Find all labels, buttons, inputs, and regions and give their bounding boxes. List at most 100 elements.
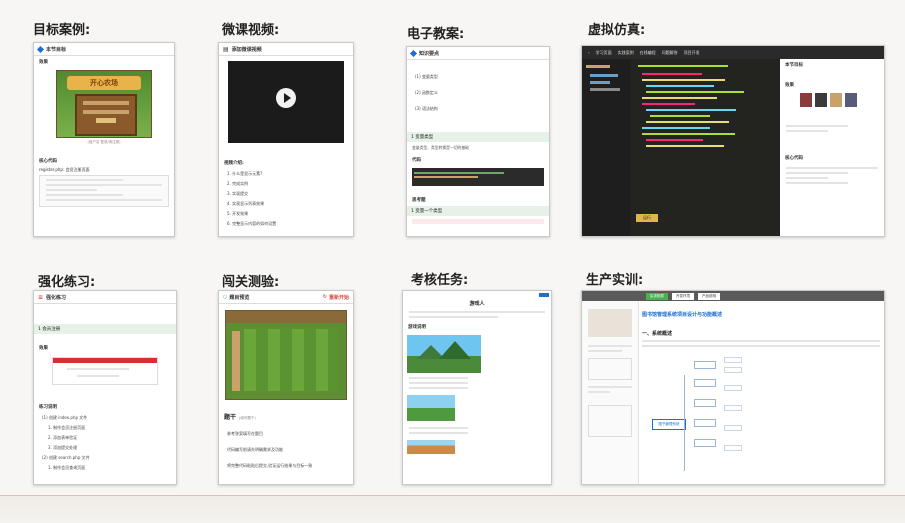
code-editor[interactable]: 运行 [630, 59, 780, 236]
text-line: 代码编写前请先明确需求及功能 [227, 447, 283, 452]
title-virtual-sim: 虚拟仿真: [588, 23, 646, 38]
preview-caption: (用户名 登录/请注册) [87, 140, 121, 144]
run-button[interactable]: 运行 [636, 214, 658, 222]
section-questions: 思考题 [412, 198, 426, 203]
section-effect: 效果 [39, 346, 48, 351]
question-title: 题干 [224, 414, 237, 421]
diamond-icon [36, 45, 45, 53]
section-text: 变量类型、类型转换是一切的基础 [412, 145, 469, 150]
training-title: 图书馆管理系统项目设计与功能概述 [642, 312, 723, 318]
section-instructions: 练习说明 [39, 405, 57, 410]
panel-header: 题目预览 [229, 294, 250, 301]
practice-screenshot: ≡ 强化练习 1 会员注册 效果 练习说明 (1) 创建 index.php 文件… [33, 290, 177, 485]
video-intro-title: 视频介绍: [224, 161, 244, 166]
title-practice: 强化练习: [38, 275, 96, 290]
game-image-1 [407, 335, 481, 373]
task-title: 游戏人 [469, 301, 485, 307]
training-content: 图书馆管理系统项目设计与功能概述 一、系统概述 图书管理系统 [642, 305, 880, 484]
effect-preview [52, 357, 158, 385]
game-logo: 开心农场 [67, 76, 141, 90]
list-item: 6. 完整显示内容的如何设置 [227, 221, 277, 226]
title-e-lesson: 电子教案: [407, 27, 465, 42]
list-item: 3. 实现提交 [227, 191, 249, 196]
panel-header: 强化练习 [46, 294, 67, 301]
game-preview-image: 开心农场 [56, 70, 152, 138]
training-sidebar [582, 301, 639, 484]
code-block [39, 175, 169, 207]
checkpoint-screenshot: ○ 题目预览 ↻ 重新开始 题干 (填写题干) 参考答案填写在题目 代码编写前请先明… [218, 290, 354, 485]
virtual-sim-screenshot: ‹ 学习页面 实践案例 在线编程 问题解答 项目开发 运行 本节目标 效果 核心… [581, 45, 885, 237]
list-item: 1. 制作会员查询页面 [48, 465, 86, 470]
list-item: 5. 开发效果 [227, 211, 249, 216]
title-micro-video: 微课视频: [222, 23, 280, 38]
code-label: register.php: 会员注册页面 [39, 167, 90, 172]
tab[interactable]: 在线编程 [640, 50, 656, 56]
panel-header: 知识要点 [419, 50, 440, 57]
right-section: 效果 [785, 83, 794, 88]
tab[interactable]: 实践案例 [618, 50, 634, 56]
game-screenshot [225, 310, 347, 400]
sim-toolbar: ‹ 学习页面 实践案例 在线编程 问题解答 项目开发 [582, 46, 884, 59]
tab[interactable]: 问题解答 [662, 50, 678, 56]
list-item: 2. 添加表单验证 [48, 435, 78, 440]
right-code-title: 核心代码 [785, 156, 803, 161]
play-icon [284, 93, 291, 103]
section-bar: 1 会员注册 [34, 324, 176, 334]
list-item: (1) 变量类型 [415, 74, 438, 79]
game-login-board [75, 94, 137, 136]
video-player[interactable] [228, 61, 344, 143]
task-section: 游戏说明 [408, 325, 426, 330]
question-header: 题干 (填写题干) [219, 406, 353, 423]
footer-strip [0, 496, 905, 523]
tab[interactable]: 开发环境 [672, 292, 694, 300]
tab[interactable]: 项目开发 [684, 50, 700, 56]
text-line: 将完整代码粘贴后提交,验证运行结果与目标一致 [227, 463, 313, 468]
tab[interactable]: 产品说明 [698, 292, 720, 300]
game-image-3 [407, 440, 455, 454]
tab[interactable]: 实训指导 [646, 292, 668, 300]
list-item: (3) 语法结构 [415, 106, 438, 111]
title-checkpoint: 闯关测验: [222, 275, 280, 290]
e-lesson-screenshot: 知识要点 (1) 变量类型 (2) 函数定义 (3) 语法结构 1 变量类型 变… [406, 46, 550, 237]
submit-button[interactable] [539, 293, 549, 297]
section-core-code: 核心代码 [39, 159, 57, 164]
restart-label: 重新开始 [328, 294, 349, 301]
mind-map-root: 图书管理系统 [652, 419, 686, 430]
list-item: (2) 创建 search.php 文件 [42, 455, 90, 460]
thumbnail-row [780, 91, 884, 109]
code-block [412, 168, 544, 186]
section-code: 代码 [412, 158, 421, 163]
panel-header: 添加微课视频 [231, 46, 262, 53]
text-line: 参考答案填写在题目 [227, 431, 263, 436]
title-assessment: 考核任务: [411, 273, 469, 288]
diamond-icon [409, 49, 418, 57]
back-icon[interactable]: ‹ [588, 50, 590, 55]
section-bar: 1 变量一个类型 [407, 206, 549, 216]
file-tree [582, 59, 630, 236]
list-item: 1. 制作会员注册页面 [48, 425, 86, 430]
circle-icon: ○ [223, 294, 228, 300]
title-training: 生产实训: [586, 273, 644, 288]
section-effect: 效果 [39, 60, 48, 65]
play-button[interactable] [276, 88, 296, 108]
assessment-screenshot: 游戏人 游戏说明 [402, 290, 552, 485]
training-tabbar: 实训指导 开发环境 产品说明 [582, 291, 884, 301]
mind-map: 图书管理系统 [642, 355, 880, 471]
training-section: 一、系统概述 [642, 331, 673, 337]
list-item: 2. 完成实例 [227, 181, 249, 186]
micro-video-screenshot: ▤ 添加微课视频 视频介绍: 1. 什么是显示元素? 2. 完成实例 3. 实现提… [218, 42, 354, 237]
list-item: (2) 函数定义 [415, 90, 438, 95]
film-icon: ▤ [223, 45, 229, 53]
list-item: 1. 什么是显示元素? [227, 171, 263, 176]
list-item: (1) 创建 index.php 文件 [42, 415, 88, 420]
list-item: 3. 添加提交处理 [48, 445, 78, 450]
section-bar: 1 变量类型 [407, 132, 549, 142]
tab[interactable]: 学习页面 [596, 50, 612, 56]
target-case-screenshot: 本节目标 效果 开心农场 (用户名 登录/请注册) 核心代码 register.… [33, 42, 175, 237]
list-item: 4. 实现显示列表效果 [227, 201, 265, 206]
restart-button[interactable]: ↻ 重新开始 [323, 294, 349, 301]
title-target-case: 目标案例: [33, 23, 91, 38]
game-image-2 [407, 395, 455, 421]
panel-header: 本节目标 [46, 46, 67, 53]
question-subtitle: (填写题干) [239, 416, 256, 420]
